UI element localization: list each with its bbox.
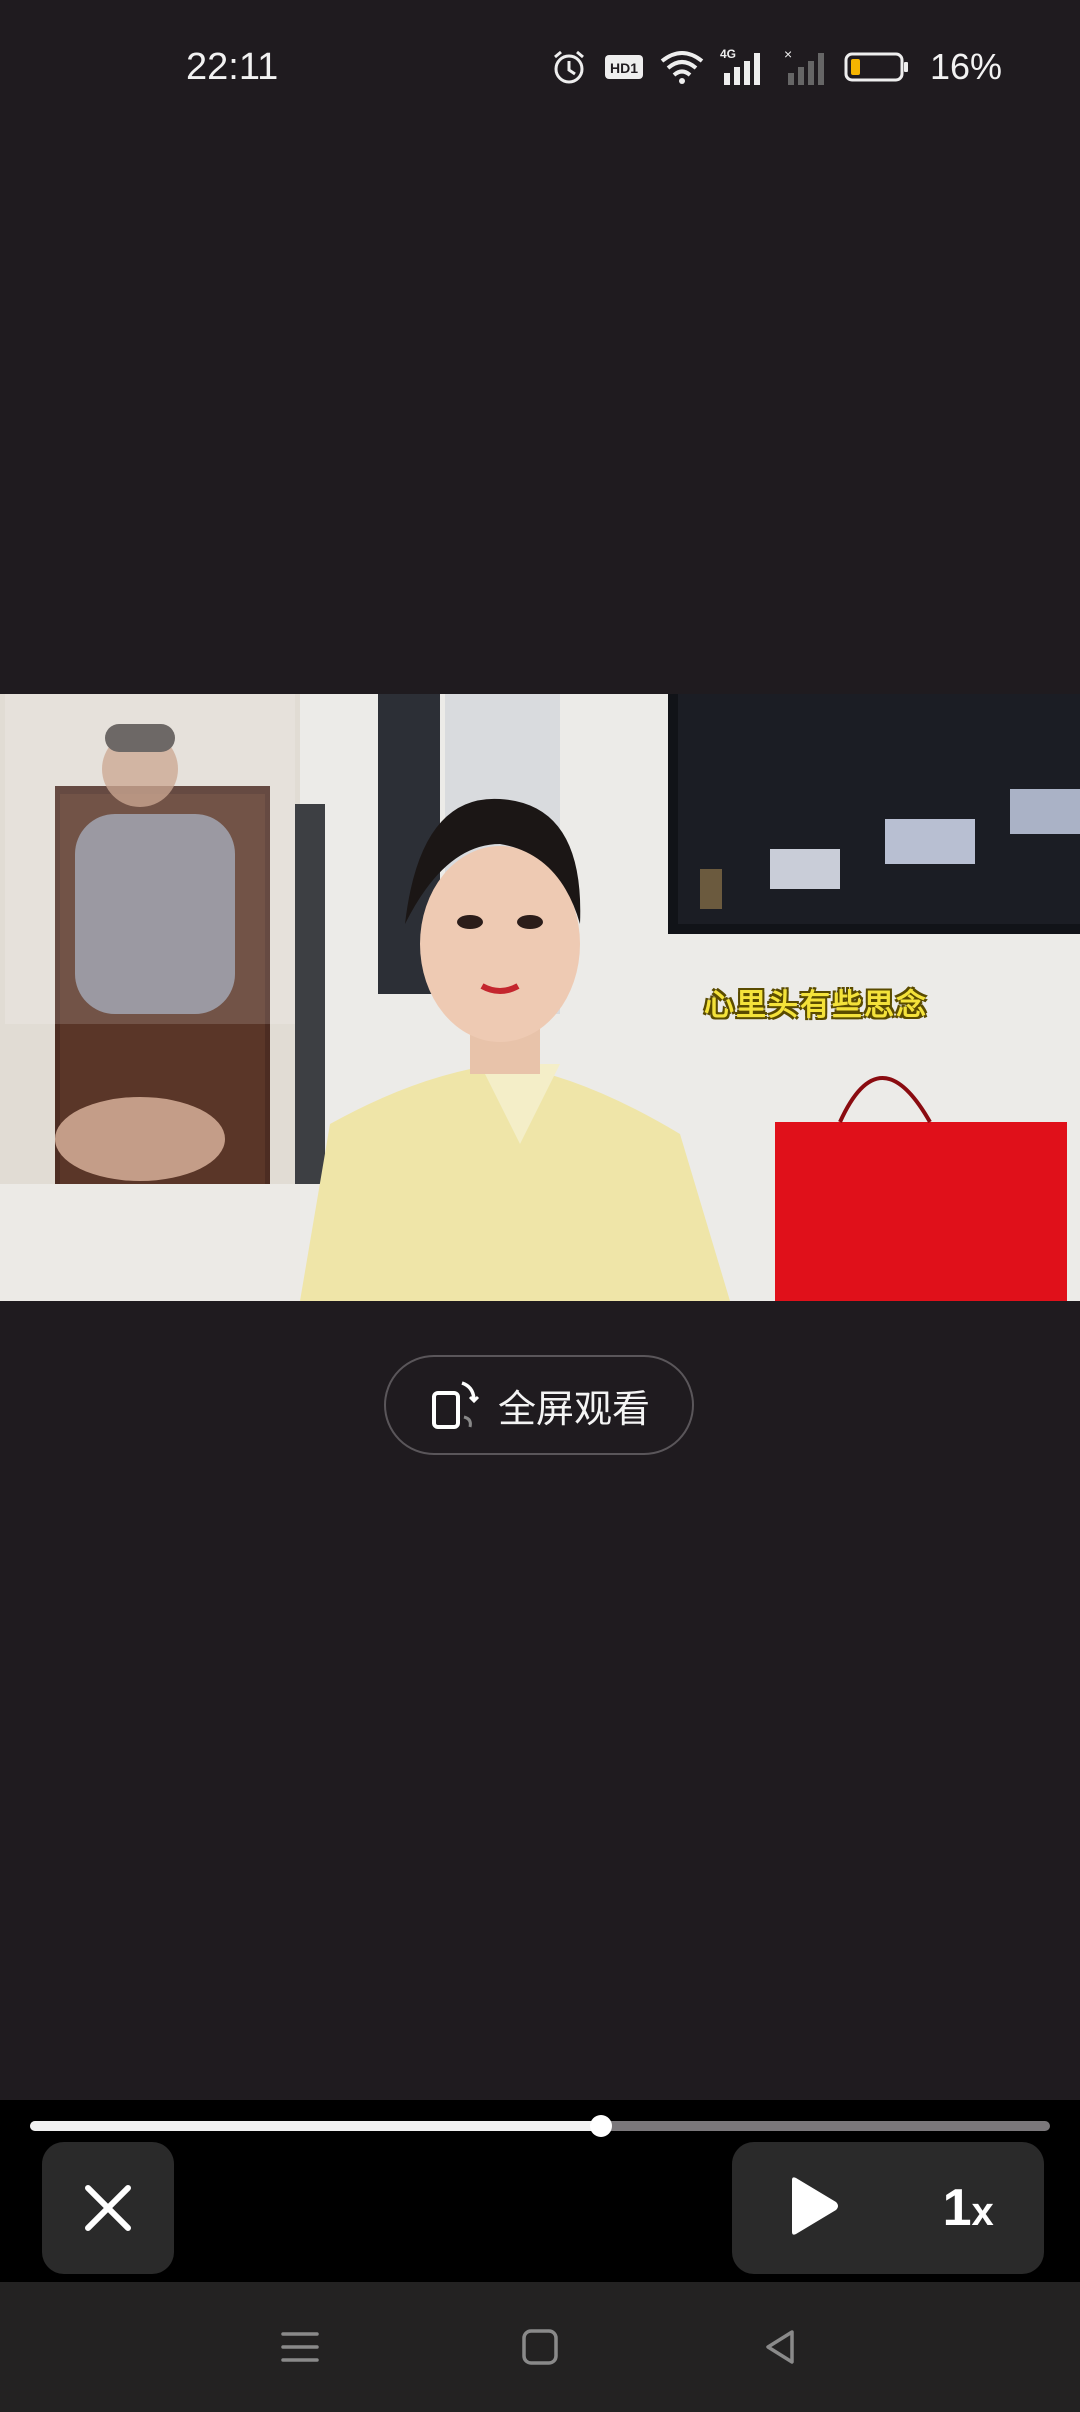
home-icon (522, 2329, 558, 2365)
speed-value: 1 (942, 2179, 972, 2237)
system-nav-bar (0, 2282, 1080, 2412)
menu-icon (281, 2332, 319, 2362)
play-icon (792, 2176, 839, 2235)
svg-text:4G: 4G (720, 47, 736, 61)
playback-controls: 1x (732, 2142, 1044, 2274)
recents-button[interactable] (260, 2307, 340, 2387)
speed-suffix: x (971, 2190, 994, 2234)
rotate-screen-icon (431, 1381, 480, 1429)
progress-fill (30, 2121, 602, 2131)
signal-4g-icon: 4G (720, 47, 760, 85)
close-button[interactable] (42, 2142, 174, 2274)
hd-icon: HD1 (604, 55, 643, 79)
fullscreen-watch-button[interactable]: 全屏观看 (384, 1355, 694, 1455)
battery-icon (844, 52, 908, 82)
svg-text:×: × (784, 47, 792, 62)
close-icon (85, 2185, 131, 2231)
video-subtitle: 心里头有些思念 (704, 989, 928, 1022)
svg-text:HD1: HD1 (610, 60, 638, 76)
battery-percent: 16% (929, 46, 1002, 87)
status-time: 22:11 (186, 46, 279, 88)
back-button[interactable] (740, 2307, 820, 2387)
status-bar: 22:11 HD1 4G × 16% (0, 0, 1080, 140)
play-button[interactable] (782, 2174, 842, 2243)
home-button[interactable] (500, 2307, 580, 2387)
status-icons: HD1 4G × 16% (550, 46, 1002, 88)
fullscreen-watch-label: 全屏观看 (497, 1388, 650, 1431)
wifi-icon (660, 51, 704, 84)
alarm-icon (553, 50, 584, 84)
progress-bar[interactable] (30, 2115, 1050, 2137)
back-icon (766, 2330, 794, 2364)
signal-off-icon: × (784, 47, 824, 85)
playback-speed-button[interactable]: 1x (943, 2178, 994, 2238)
